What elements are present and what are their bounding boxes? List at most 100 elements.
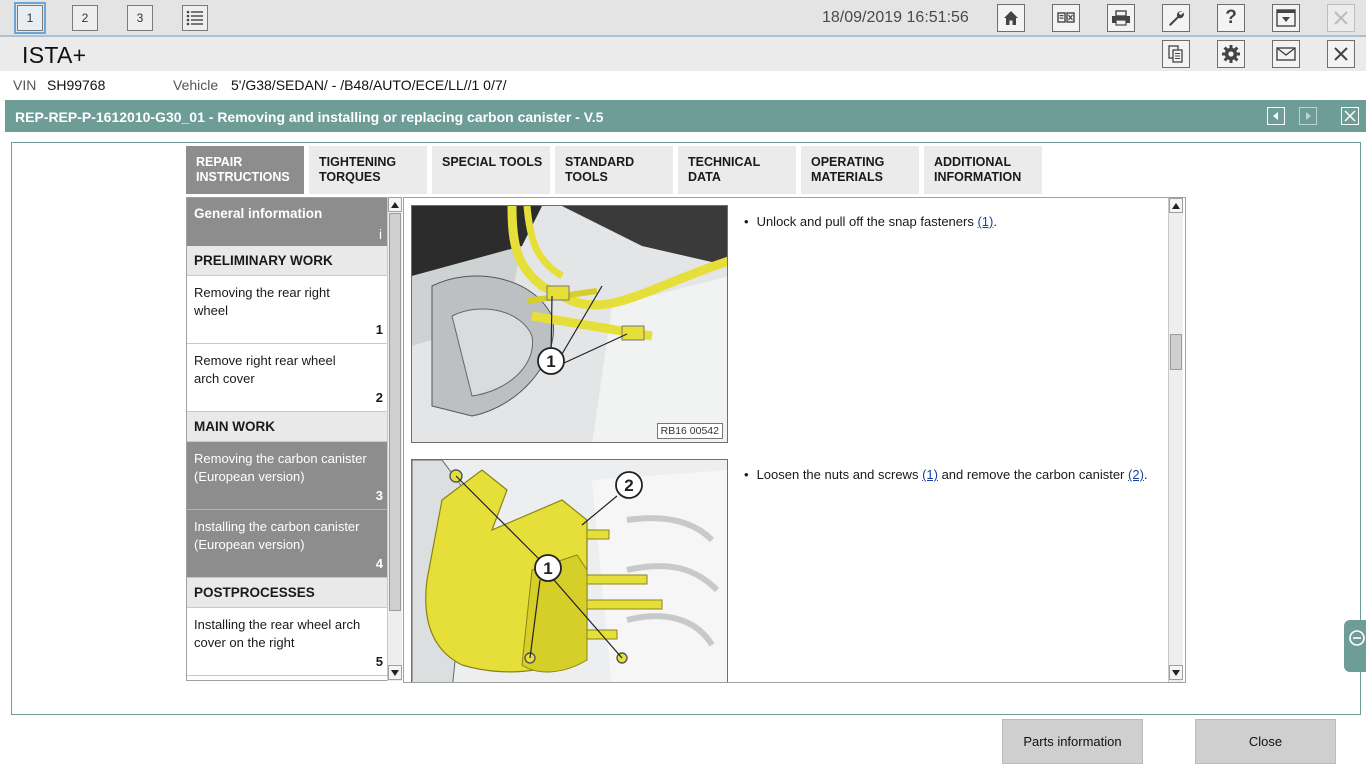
next-document-button[interactable] bbox=[1299, 107, 1317, 125]
nav-step-1[interactable]: Removing the rear right wheel 1 bbox=[187, 276, 387, 344]
tab-label-line2: INFORMATION bbox=[934, 170, 1022, 184]
previous-document-button[interactable] bbox=[1267, 107, 1285, 125]
help-button[interactable]: ? bbox=[1217, 4, 1245, 32]
close-icon bbox=[1334, 47, 1348, 61]
tab-label-line2: MATERIALS bbox=[811, 170, 883, 184]
step-text: Loosen the nuts and screws bbox=[756, 467, 923, 482]
nav-step-label: Removing the carbon canister (European v… bbox=[194, 451, 367, 484]
vehicle-info-bar: VIN SH99768 Vehicle 5'/G38/SEDAN/ - /B48… bbox=[0, 71, 1366, 97]
document-scroll-thumb[interactable] bbox=[1170, 334, 1182, 370]
nav-general-label: General information bbox=[194, 206, 323, 221]
mail-button[interactable] bbox=[1272, 40, 1300, 68]
nav-step-label: Removing the rear right wheel bbox=[194, 285, 330, 318]
settings-button[interactable] bbox=[1217, 40, 1245, 68]
nav-scrollbar[interactable] bbox=[387, 197, 402, 681]
document-title: REP-REP-P-1612010-G30_01 - Removing and … bbox=[15, 109, 604, 125]
close-document-button[interactable] bbox=[1341, 107, 1359, 125]
bullet: • bbox=[744, 214, 749, 229]
tab-additional-information[interactable]: ADDITIONAL INFORMATION bbox=[924, 146, 1042, 194]
print-button[interactable] bbox=[1107, 4, 1135, 32]
tab-label-line1: STANDARD bbox=[565, 155, 635, 169]
tab-tightening-torques[interactable]: TIGHTENING TORQUES bbox=[309, 146, 427, 194]
tab-repair-instructions[interactable]: REPAIR INSTRUCTIONS bbox=[186, 146, 304, 194]
part-reference-link-1[interactable]: (1) bbox=[922, 467, 938, 482]
carbon-canister-hoses-illustration: 1 bbox=[412, 206, 727, 442]
arrow-left-icon bbox=[1273, 112, 1278, 120]
vehicle-label: Vehicle bbox=[173, 77, 219, 93]
session-tab-2[interactable]: 2 bbox=[72, 5, 98, 31]
list-menu-button[interactable] bbox=[182, 5, 208, 31]
documents-icon bbox=[1168, 45, 1183, 63]
documents-button[interactable] bbox=[1162, 40, 1190, 68]
datetime-display: 18/09/2019 16:51:56 bbox=[822, 9, 969, 26]
wrench-icon bbox=[1169, 11, 1184, 26]
dropdown-panel-icon bbox=[1276, 9, 1296, 27]
printer-icon bbox=[1112, 10, 1130, 26]
part-reference-link-2[interactable]: (2) bbox=[1128, 467, 1144, 482]
tab-label-line2: TOOLS bbox=[565, 170, 608, 184]
tab-standard-tools[interactable]: STANDARD TOOLS bbox=[555, 146, 673, 194]
session-tab-3[interactable]: 3 bbox=[127, 5, 153, 31]
vin-label: VIN bbox=[13, 77, 37, 93]
document-header: REP-REP-P-1612010-G30_01 - Removing and … bbox=[5, 100, 1366, 132]
document-scrollbar[interactable] bbox=[1168, 198, 1183, 682]
tab-label-line2: INSTRUCTIONS bbox=[196, 170, 290, 184]
side-panel-handle[interactable] bbox=[1344, 620, 1366, 672]
procedure-navigation: General information i PRELIMINARY WORK R… bbox=[186, 197, 388, 681]
nav-step-5[interactable]: Installing the rear wheel arch cover on … bbox=[187, 608, 387, 676]
nav-step-number: 1 bbox=[375, 322, 383, 337]
mail-icon bbox=[1276, 47, 1296, 61]
tab-operating-materials[interactable]: OPERATING MATERIALS bbox=[801, 146, 919, 194]
part-reference-link-1[interactable]: (1) bbox=[977, 214, 993, 229]
nav-section-postprocesses: POSTPROCESSES bbox=[187, 578, 387, 608]
close-button[interactable]: Close bbox=[1195, 719, 1336, 764]
instruction-step-2: • Loosen the nuts and screws (1) and remo… bbox=[744, 467, 1148, 482]
service-button[interactable] bbox=[1162, 4, 1190, 32]
close-icon bbox=[1344, 110, 1356, 122]
nav-section-preliminary-work: PRELIMINARY WORK bbox=[187, 246, 387, 276]
scroll-up-button[interactable] bbox=[1169, 198, 1183, 213]
carbon-canister-illustration: 2 1 bbox=[412, 460, 727, 682]
tab-label-line2: DATA bbox=[688, 170, 721, 184]
step-text: Unlock and pull off the snap fasteners bbox=[756, 214, 978, 229]
compare-button[interactable] bbox=[1052, 4, 1080, 32]
nav-general-information[interactable]: General information i bbox=[187, 198, 387, 246]
nav-scroll-thumb[interactable] bbox=[389, 213, 401, 611]
session-tab-1[interactable]: 1 bbox=[14, 2, 46, 34]
tab-label-line2: TORQUES bbox=[319, 170, 381, 184]
close-app-button[interactable] bbox=[1327, 40, 1355, 68]
nav-step-number: 3 bbox=[375, 488, 383, 503]
scroll-down-button[interactable] bbox=[388, 665, 402, 680]
vehicle-value: 5'/G38/SEDAN/ - /B48/AUTO/ECE/LL//1 0/7/ bbox=[231, 77, 507, 93]
gear-icon bbox=[1222, 45, 1240, 63]
nav-step-4[interactable]: Installing the carbon canister (European… bbox=[187, 510, 387, 578]
text-compare-icon bbox=[1057, 12, 1075, 23]
nav-step-3[interactable]: Removing the carbon canister (European v… bbox=[187, 442, 387, 510]
close-icon bbox=[1334, 11, 1348, 25]
tab-label-line1: SPECIAL TOOLS bbox=[442, 155, 543, 169]
nav-step-label: Installing the carbon canister (European… bbox=[194, 519, 360, 552]
step-text-mid: and remove the carbon canister bbox=[937, 467, 1129, 482]
nav-section-main-work: MAIN WORK bbox=[187, 412, 387, 442]
step-text-end: . bbox=[993, 214, 997, 229]
triangle-up-icon bbox=[391, 201, 399, 208]
ista-app-window: 1 2 3 18/09/2019 16:51:56 ? ISTA+ VIN SH… bbox=[0, 0, 1366, 767]
scroll-up-button[interactable] bbox=[388, 197, 402, 212]
top-toolbar: 1 2 3 18/09/2019 16:51:56 ? bbox=[0, 0, 1366, 37]
parts-information-button[interactable]: Parts information bbox=[1002, 719, 1143, 764]
tab-special-tools[interactable]: SPECIAL TOOLS bbox=[432, 146, 550, 194]
tab-technical-data[interactable]: TECHNICAL DATA bbox=[678, 146, 796, 194]
triangle-down-icon bbox=[1172, 669, 1180, 676]
panel-dropdown-button[interactable] bbox=[1272, 4, 1300, 32]
nav-step-number: 5 bbox=[375, 654, 383, 669]
figure-reference-code: RB16 00542 bbox=[656, 423, 723, 439]
close-session-button[interactable] bbox=[1327, 4, 1355, 32]
nav-step-2[interactable]: Remove right rear wheel arch cover 2 bbox=[187, 344, 387, 412]
scroll-down-button[interactable] bbox=[1169, 665, 1183, 680]
tab-label-line1: TECHNICAL bbox=[688, 155, 761, 169]
expand-icon bbox=[1349, 630, 1365, 646]
figure-carbon-canister: 2 1 bbox=[411, 459, 728, 682]
instruction-step-1: • Unlock and pull off the snap fasteners … bbox=[744, 214, 997, 229]
callout-label-2: 2 bbox=[624, 476, 633, 495]
home-button[interactable] bbox=[997, 4, 1025, 32]
